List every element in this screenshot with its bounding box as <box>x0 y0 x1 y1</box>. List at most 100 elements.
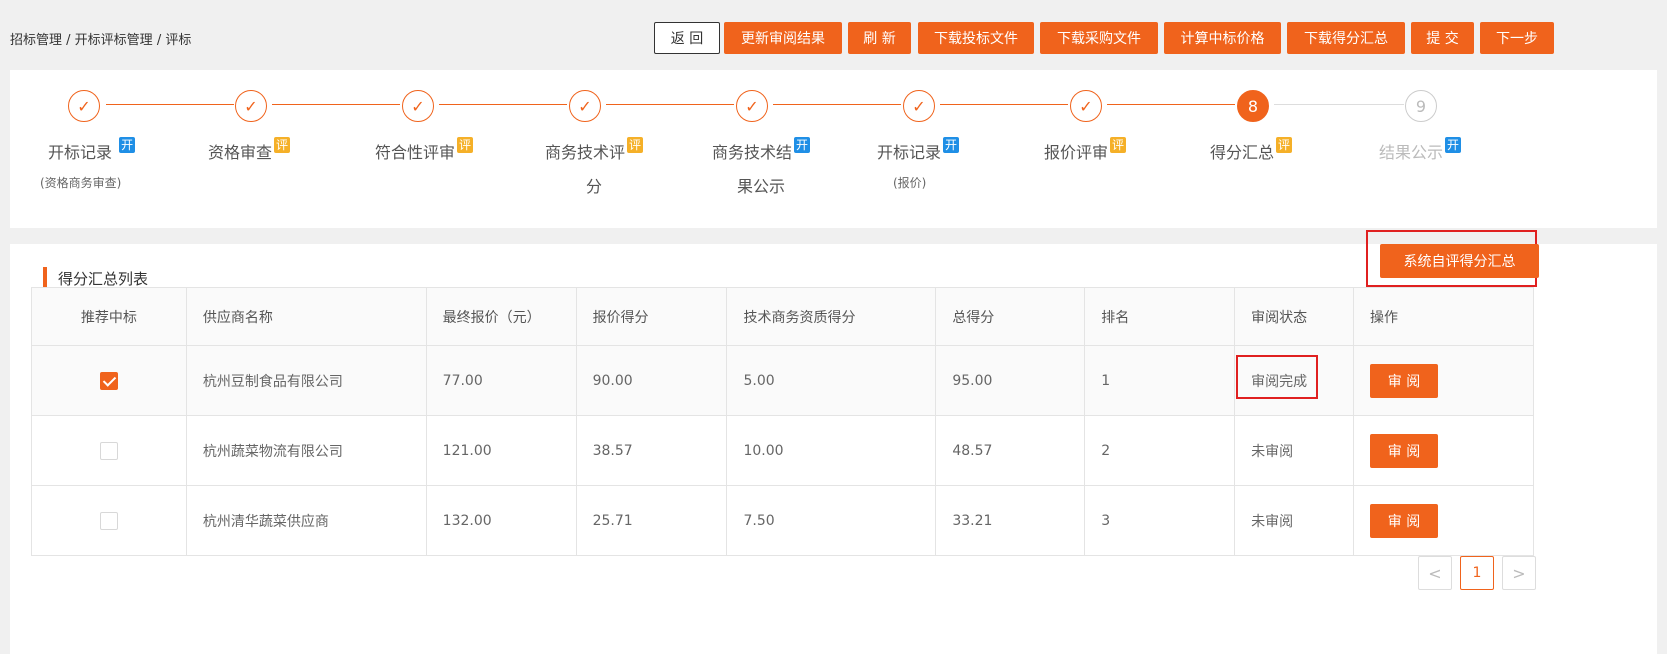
tag-review-icon: 评 <box>1110 137 1127 153</box>
breadcrumb-item: 评标 <box>165 33 192 48</box>
total-score: 33.21 <box>935 485 1086 556</box>
next-step-button[interactable]: 下一步 <box>1480 22 1554 54</box>
tech-score: 5.00 <box>726 345 937 416</box>
step-7[interactable]: 报价评审评 <box>1044 136 1127 170</box>
col-supplier: 供应商名称 <box>185 287 427 346</box>
price-score: 25.71 <box>575 485 728 556</box>
recommend-checkbox[interactable] <box>99 441 118 460</box>
price-score: 90.00 <box>575 345 728 416</box>
tag-review-icon: 评 <box>274 137 291 153</box>
top-bar: 招标管理 / 开标评标管理 / 评标 返 回 更新审阅结果 刷 新 下载投标文件… <box>0 0 1667 70</box>
tag-open-icon: 开 <box>1445 137 1462 153</box>
step-6[interactable]: 开标记录开 <box>877 136 960 170</box>
step-connector <box>1274 104 1404 105</box>
step-9[interactable]: 结果公示开 <box>1379 136 1462 170</box>
breadcrumb-item[interactable]: 开标评标管理 <box>75 33 153 48</box>
col-tech-score: 技术商务资质得分 <box>726 287 937 346</box>
score-table: 推荐中标 供应商名称 最终报价（元） 报价得分 技术商务资质得分 总得分 排名 … <box>31 287 1534 556</box>
tag-open-icon: 开 <box>119 137 136 153</box>
tag-review-icon: 评 <box>627 137 644 153</box>
col-total-score: 总得分 <box>935 287 1086 346</box>
step-done-check-icon: ✓ <box>736 90 768 122</box>
section-title: 得分汇总列表 <box>58 270 149 288</box>
final-price: 132.00 <box>425 485 577 556</box>
review-button[interactable]: 审 阅 <box>1370 503 1438 538</box>
table-header-row: 推荐中标 供应商名称 最终报价（元） 报价得分 技术商务资质得分 总得分 排名 … <box>31 287 1534 346</box>
rank: 2 <box>1084 415 1236 486</box>
submit-button[interactable]: 提 交 <box>1411 22 1474 54</box>
step-6-sub: (报价) <box>893 176 927 190</box>
tag-review-icon: 评 <box>457 137 474 153</box>
col-review-status: 审阅状态 <box>1234 287 1354 346</box>
pagination-page-1[interactable]: 1 <box>1460 556 1494 590</box>
step-number-pending: 9 <box>1405 90 1437 122</box>
step-done-check-icon: ✓ <box>903 90 935 122</box>
score-summary-panel: 得分汇总列表 系统自评得分汇总 推荐中标 供应商名称 最终报价（元） 报价得分 … <box>10 230 1657 654</box>
recommend-checkbox[interactable] <box>99 371 118 390</box>
recommend-checkbox[interactable] <box>99 511 118 530</box>
review-status: 未审阅 <box>1234 415 1354 486</box>
review-button[interactable]: 审 阅 <box>1370 433 1438 468</box>
price-score: 38.57 <box>575 415 728 486</box>
system-self-score-summary-button[interactable]: 系统自评得分汇总 <box>1380 244 1539 278</box>
col-rank: 排名 <box>1084 287 1236 346</box>
final-price: 121.00 <box>425 415 577 486</box>
step-connector <box>940 104 1068 105</box>
rank: 1 <box>1084 345 1236 416</box>
rank: 3 <box>1084 485 1236 556</box>
step-connector <box>1107 104 1235 105</box>
step-done-check-icon: ✓ <box>68 90 100 122</box>
pagination-prev-chevron-icon[interactable]: < <box>1418 556 1452 590</box>
refresh-button[interactable]: 刷 新 <box>848 22 911 54</box>
supplier-name: 杭州清华蔬菜供应商 <box>185 485 427 556</box>
step-2[interactable]: 资格审查评 <box>208 136 291 170</box>
step-1[interactable]: 开标记录 开 <box>48 136 136 170</box>
total-score: 48.57 <box>935 415 1086 486</box>
review-button[interactable]: 审 阅 <box>1370 363 1438 398</box>
step-connector <box>606 104 734 105</box>
table-row: 杭州蔬菜物流有限公司 121.00 38.57 10.00 48.57 2 未审… <box>31 415 1534 486</box>
supplier-name: 杭州蔬菜物流有限公司 <box>185 415 427 486</box>
step-done-check-icon: ✓ <box>569 90 601 122</box>
section-accent-bar <box>43 267 47 289</box>
review-status: 未审阅 <box>1234 485 1354 556</box>
steps-panel: ✓ ✓ ✓ ✓ ✓ ✓ ✓ 8 9 开标记录 开 (资格商务审查) 资格审查评 … <box>10 70 1657 228</box>
col-recommend: 推荐中标 <box>31 287 187 346</box>
tag-review-icon: 评 <box>1276 137 1293 153</box>
final-price: 77.00 <box>425 345 577 416</box>
step-connector <box>773 104 901 105</box>
update-review-button[interactable]: 更新审阅结果 <box>724 22 842 54</box>
col-price-score: 报价得分 <box>575 287 728 346</box>
total-score: 95.00 <box>935 345 1086 416</box>
calc-price-button[interactable]: 计算中标价格 <box>1164 22 1281 54</box>
step-number-active: 8 <box>1237 90 1269 122</box>
step-4[interactable]: 商务技术评评 分 <box>545 136 644 204</box>
step-done-check-icon: ✓ <box>402 90 434 122</box>
step-connector <box>439 104 567 105</box>
back-button[interactable]: 返 回 <box>654 22 720 54</box>
tech-score: 10.00 <box>726 415 937 486</box>
step-3[interactable]: 符合性评审评 <box>375 136 474 170</box>
download-summary-button[interactable]: 下载得分汇总 <box>1287 22 1405 54</box>
col-final-price: 最终报价（元） <box>425 287 577 346</box>
tag-open-icon: 开 <box>794 137 811 153</box>
step-connector <box>106 104 234 105</box>
breadcrumb-item[interactable]: 招标管理 <box>10 33 62 48</box>
supplier-name: 杭州豆制食品有限公司 <box>185 345 427 416</box>
table-row: 杭州豆制食品有限公司 77.00 90.00 5.00 95.00 1 审阅完成… <box>31 345 1534 416</box>
highlight-box <box>1236 355 1319 399</box>
step-done-check-icon: ✓ <box>1070 90 1102 122</box>
download-procurement-button[interactable]: 下载采购文件 <box>1040 22 1158 54</box>
step-1-sub: (资格商务审查) <box>40 176 122 190</box>
table-row: 杭州清华蔬菜供应商 132.00 25.71 7.50 33.21 3 未审阅 … <box>31 485 1534 556</box>
tech-score: 7.50 <box>726 485 937 556</box>
download-bid-button[interactable]: 下载投标文件 <box>918 22 1034 54</box>
step-connector <box>272 104 400 105</box>
col-action: 操作 <box>1353 287 1534 346</box>
step-5[interactable]: 商务技术结开 果公示 <box>712 136 811 204</box>
pagination-next-chevron-icon[interactable]: > <box>1502 556 1536 590</box>
step-done-check-icon: ✓ <box>235 90 267 122</box>
tag-open-icon: 开 <box>943 137 960 153</box>
breadcrumb: 招标管理 / 开标评标管理 / 评标 <box>10 33 192 48</box>
step-8[interactable]: 得分汇总评 <box>1210 136 1293 170</box>
